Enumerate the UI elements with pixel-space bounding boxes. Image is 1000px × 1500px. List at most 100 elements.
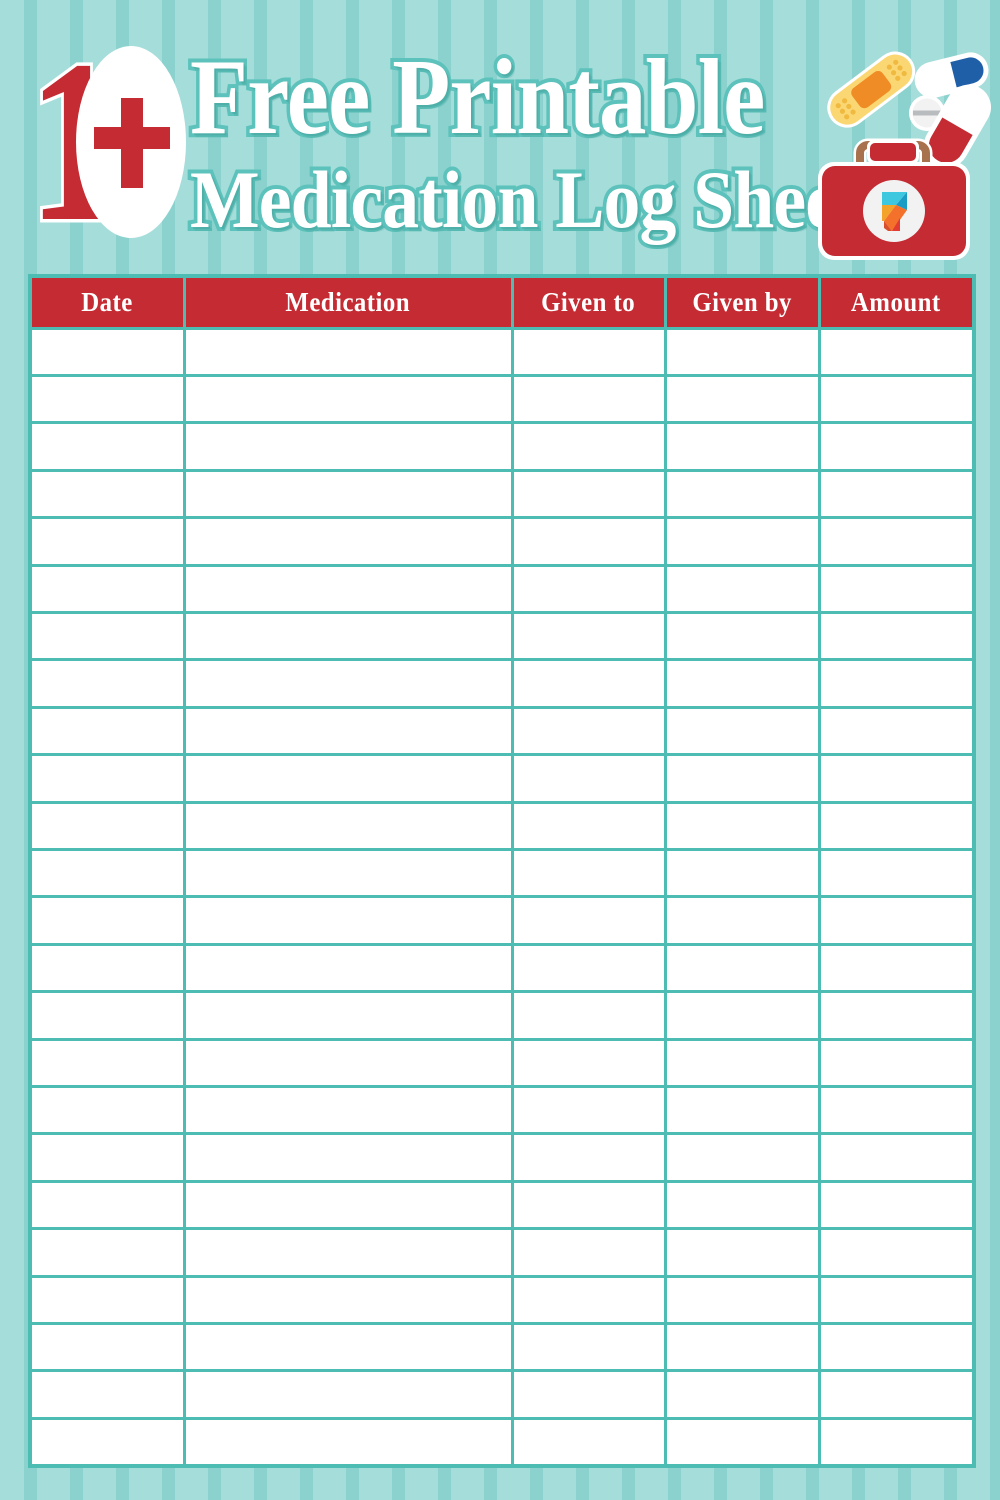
table-cell-date[interactable] (28, 1132, 186, 1183)
table-cell-given_by[interactable] (663, 563, 821, 614)
table-cell-given_by[interactable] (663, 610, 821, 662)
table-cell-date[interactable] (28, 1084, 186, 1136)
table-cell-given_to[interactable] (510, 1084, 667, 1136)
table-cell-date[interactable] (28, 895, 186, 946)
table-cell-med[interactable] (182, 1132, 514, 1183)
table-cell-amount[interactable] (817, 753, 976, 804)
table-cell-amount[interactable] (817, 610, 976, 662)
table-cell-date[interactable] (28, 753, 186, 804)
table-cell-amount[interactable] (817, 658, 976, 709)
table-cell-med[interactable] (182, 1416, 514, 1468)
table-cell-date[interactable] (28, 1179, 186, 1231)
table-cell-med[interactable] (182, 990, 514, 1041)
table-cell-given_by[interactable] (663, 326, 821, 377)
table-cell-date[interactable] (28, 800, 186, 851)
table-cell-date[interactable] (28, 1037, 186, 1089)
table-cell-amount[interactable] (817, 990, 976, 1041)
table-cell-given_by[interactable] (663, 658, 821, 709)
table-cell-amount[interactable] (817, 1179, 976, 1231)
table-cell-given_by[interactable] (663, 990, 821, 1041)
table-cell-date[interactable] (28, 610, 186, 662)
table-cell-given_to[interactable] (510, 753, 667, 804)
table-cell-med[interactable] (182, 1322, 514, 1373)
table-cell-med[interactable] (182, 1179, 514, 1231)
table-cell-date[interactable] (28, 1416, 186, 1468)
table-cell-med[interactable] (182, 705, 514, 757)
table-cell-amount[interactable] (817, 326, 976, 377)
table-cell-date[interactable] (28, 563, 186, 614)
table-cell-amount[interactable] (817, 800, 976, 851)
table-cell-given_to[interactable] (510, 942, 667, 994)
table-cell-given_by[interactable] (663, 1227, 821, 1278)
table-cell-date[interactable] (28, 468, 186, 520)
table-cell-med[interactable] (182, 847, 514, 899)
table-cell-amount[interactable] (817, 1084, 976, 1136)
table-cell-amount[interactable] (817, 895, 976, 946)
table-cell-amount[interactable] (817, 1227, 976, 1278)
table-cell-given_to[interactable] (510, 990, 667, 1041)
table-cell-amount[interactable] (817, 516, 976, 567)
table-cell-date[interactable] (28, 705, 186, 757)
table-cell-given_to[interactable] (510, 326, 667, 377)
table-cell-given_to[interactable] (510, 516, 667, 567)
table-cell-med[interactable] (182, 563, 514, 614)
table-cell-amount[interactable] (817, 1369, 976, 1420)
table-cell-given_by[interactable] (663, 753, 821, 804)
table-cell-med[interactable] (182, 753, 514, 804)
table-cell-given_to[interactable] (510, 800, 667, 851)
table-cell-amount[interactable] (817, 942, 976, 994)
table-cell-given_to[interactable] (510, 1037, 667, 1089)
table-cell-given_by[interactable] (663, 1084, 821, 1136)
table-cell-given_to[interactable] (510, 1274, 667, 1326)
table-cell-given_to[interactable] (510, 1132, 667, 1183)
table-cell-given_to[interactable] (510, 658, 667, 709)
table-cell-date[interactable] (28, 1227, 186, 1278)
table-cell-given_to[interactable] (510, 373, 667, 425)
table-cell-given_by[interactable] (663, 847, 821, 899)
table-cell-given_to[interactable] (510, 1416, 667, 1468)
table-cell-med[interactable] (182, 373, 514, 425)
table-cell-given_by[interactable] (663, 1179, 821, 1231)
table-cell-date[interactable] (28, 421, 186, 472)
table-cell-amount[interactable] (817, 847, 976, 899)
table-cell-amount[interactable] (817, 1322, 976, 1373)
table-cell-date[interactable] (28, 1369, 186, 1420)
table-cell-med[interactable] (182, 468, 514, 520)
table-cell-med[interactable] (182, 658, 514, 709)
table-cell-med[interactable] (182, 1227, 514, 1278)
table-cell-med[interactable] (182, 895, 514, 946)
table-cell-med[interactable] (182, 326, 514, 377)
table-cell-given_by[interactable] (663, 468, 821, 520)
table-cell-given_by[interactable] (663, 421, 821, 472)
table-cell-med[interactable] (182, 1274, 514, 1326)
table-cell-given_by[interactable] (663, 1322, 821, 1373)
table-cell-given_to[interactable] (510, 563, 667, 614)
table-cell-date[interactable] (28, 990, 186, 1041)
table-cell-given_by[interactable] (663, 516, 821, 567)
table-cell-med[interactable] (182, 1369, 514, 1420)
table-cell-date[interactable] (28, 942, 186, 994)
table-cell-date[interactable] (28, 658, 186, 709)
table-cell-med[interactable] (182, 610, 514, 662)
table-cell-date[interactable] (28, 1322, 186, 1373)
table-cell-given_to[interactable] (510, 705, 667, 757)
table-cell-amount[interactable] (817, 421, 976, 472)
table-cell-given_by[interactable] (663, 1037, 821, 1089)
table-cell-med[interactable] (182, 1037, 514, 1089)
table-cell-given_to[interactable] (510, 468, 667, 520)
table-cell-date[interactable] (28, 1274, 186, 1326)
table-cell-med[interactable] (182, 1084, 514, 1136)
table-cell-date[interactable] (28, 847, 186, 899)
table-cell-given_to[interactable] (510, 1322, 667, 1373)
table-cell-given_by[interactable] (663, 1274, 821, 1326)
table-cell-given_to[interactable] (510, 610, 667, 662)
table-cell-amount[interactable] (817, 1416, 976, 1468)
table-cell-date[interactable] (28, 516, 186, 567)
table-cell-given_by[interactable] (663, 895, 821, 946)
table-cell-given_to[interactable] (510, 1369, 667, 1420)
table-cell-given_by[interactable] (663, 705, 821, 757)
table-cell-given_by[interactable] (663, 373, 821, 425)
table-cell-given_to[interactable] (510, 895, 667, 946)
table-cell-given_by[interactable] (663, 1416, 821, 1468)
table-cell-given_to[interactable] (510, 1227, 667, 1278)
